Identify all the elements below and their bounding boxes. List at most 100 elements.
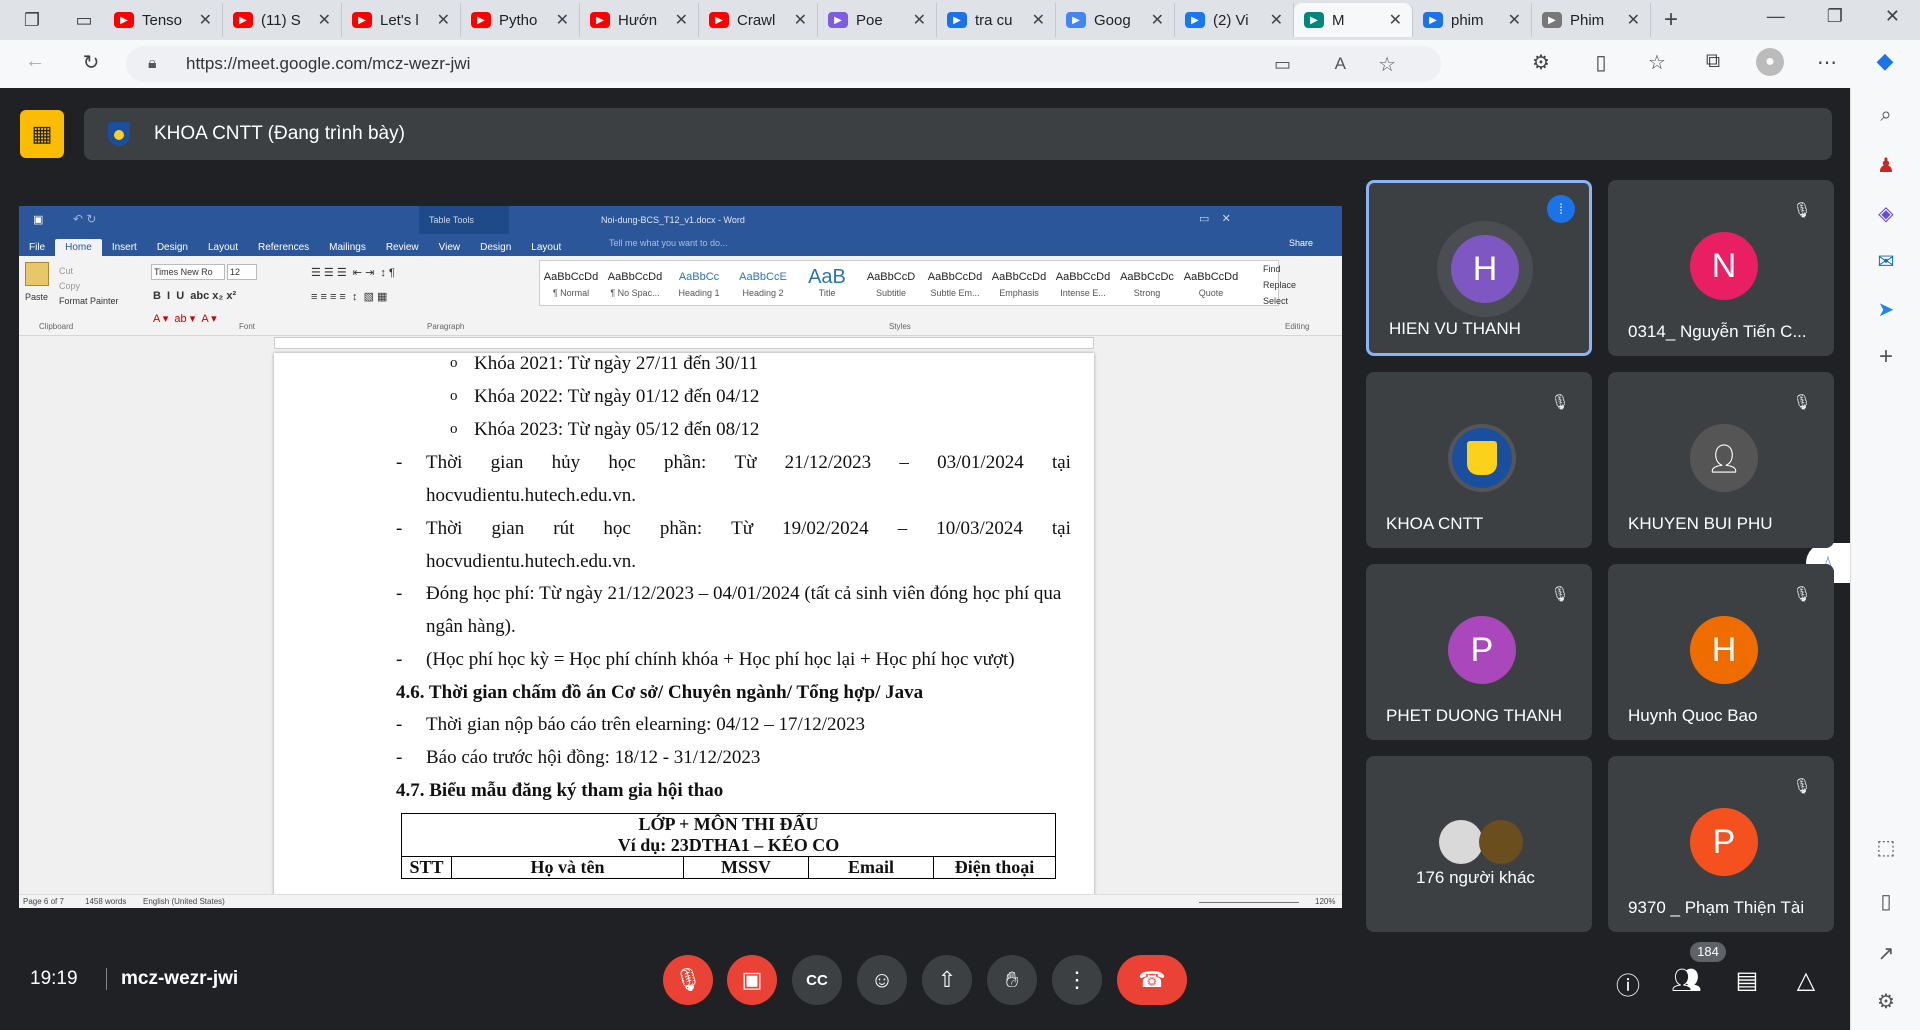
doc-word: tại <box>1051 452 1071 473</box>
captions-button[interactable]: CC <box>792 955 842 1005</box>
group-clipboard: Clipboard <box>39 322 74 331</box>
list-icons: ☰ ☰ ☰ ⇤ ⇥ ↕ ¶ <box>311 267 395 279</box>
screenshot-icon[interactable]: ⬚ <box>1873 834 1899 860</box>
participant-tile[interactable]: H ⦙ HIEN VU THANH <box>1366 180 1592 356</box>
presentation-icon[interactable]: ▦ <box>20 110 64 158</box>
address-field[interactable]: 🔒︎ https://meet.google.com/mcz-wezr-jwi … <box>126 46 1441 82</box>
hand-icon: ✋︎ <box>1005 967 1019 992</box>
speaking-indicator-icon: ⦙ <box>1547 195 1575 223</box>
extensions-icon[interactable]: ⚙ <box>1528 50 1554 75</box>
close-tab-icon[interactable]: ✕ <box>1270 10 1283 30</box>
collections-icon[interactable]: ⧉ <box>1700 50 1726 73</box>
participant-tile[interactable]: P 🎙︎ 9370 _ Phạm Thiện Tài <box>1608 756 1834 932</box>
more-menu-icon[interactable]: ⋯ <box>1814 50 1840 75</box>
open-external-icon[interactable]: ↗ <box>1873 940 1899 966</box>
chat-icon[interactable]: ▤ <box>1732 966 1762 995</box>
participant-tile[interactable]: N 🎙︎ 0314_ Nguyễn Tiến C... <box>1608 180 1834 356</box>
drop-icon[interactable]: ➤ <box>1873 296 1899 322</box>
workspaces-icon[interactable]: ❐ <box>0 3 64 37</box>
more-options-button[interactable]: ⋮ <box>1052 955 1102 1005</box>
browser-tab[interactable]: ▶ phim ✕ <box>1413 3 1532 37</box>
search-icon[interactable]: ⌕ <box>1873 102 1899 128</box>
minimize-button[interactable]: — <box>1767 6 1785 27</box>
close-tab-icon[interactable]: ✕ <box>1389 10 1402 30</box>
phone-hangup-icon: ☎ <box>1138 967 1166 992</box>
settings-icon[interactable]: ⚙ <box>1873 988 1899 1014</box>
participant-tile[interactable]: 176 người khác <box>1366 756 1592 932</box>
browser-tab[interactable]: ▶ (2) Vi ✕ <box>1175 3 1294 37</box>
read-aloud-icon[interactable]: A <box>1335 54 1346 74</box>
mic-off-button[interactable]: 🎙︎ <box>663 955 713 1005</box>
close-tab-icon[interactable]: ✕ <box>1032 10 1045 30</box>
close-window-button[interactable]: ✕ <box>1885 6 1900 27</box>
column-dien-thoai: Điện thoại <box>933 856 1056 879</box>
participant-tile[interactable]: 🎙︎ KHOA CNTT <box>1366 372 1592 548</box>
browser-tab[interactable]: ▶ Pytho ✕ <box>461 3 580 37</box>
leave-call-button[interactable]: ☎ <box>1117 955 1187 1005</box>
back-icon[interactable]: ← <box>22 50 48 73</box>
table-title: LỚP + MÔN THI ĐẤU <box>638 814 819 834</box>
browser-tab[interactable]: ▶ Phim ✕ <box>1532 3 1651 37</box>
participant-tile[interactable]: 👤︎ 🎙︎ KHUYEN BUI PHU <box>1608 372 1834 548</box>
shopping-icon[interactable]: ♟ <box>1873 152 1899 178</box>
close-tab-icon[interactable]: ✕ <box>318 10 331 30</box>
browser-tab-label: Poe <box>856 11 883 29</box>
tab-actions-icon[interactable]: ▭ <box>64 3 104 37</box>
browser-tab[interactable]: ▶ (11) S ✕ <box>223 3 342 37</box>
browser-tab[interactable]: ▶ Tenso ✕ <box>104 3 223 37</box>
url-text: https://meet.google.com/mcz-wezr-jwi <box>186 54 471 73</box>
tools-icon[interactable]: ◈ <box>1873 200 1899 226</box>
close-tab-icon[interactable]: ✕ <box>675 10 688 30</box>
close-tab-icon[interactable]: ✕ <box>437 10 450 30</box>
close-tab-icon[interactable]: ✕ <box>1151 10 1164 30</box>
browser-tab[interactable]: ▶ Let's l ✕ <box>342 3 461 37</box>
meeting-info-icon[interactable]: ⓘ <box>1613 966 1643 1001</box>
browser-tab[interactable]: ▶ Hướn ✕ <box>580 3 699 37</box>
new-tab-button[interactable]: + <box>1651 6 1691 34</box>
word-tab: References <box>258 242 310 253</box>
close-tab-icon[interactable]: ✕ <box>913 10 926 30</box>
close-tab-icon[interactable]: ✕ <box>794 10 807 30</box>
font-name-box: Times New Ro <box>151 264 225 280</box>
maximize-button[interactable]: ❐ <box>1827 6 1843 27</box>
outlook-icon[interactable]: ✉ <box>1873 248 1899 274</box>
close-tab-icon[interactable]: ✕ <box>1627 10 1640 30</box>
font-format-icons: B I U abc x₂ x² <box>153 290 237 302</box>
favorite-star-icon[interactable]: ☆ <box>1378 52 1396 77</box>
address-toolbar: ← ↻ 🔒︎ https://meet.google.com/mcz-wezr-… <box>0 40 1920 88</box>
add-sidebar-app-icon[interactable]: + <box>1873 343 1899 370</box>
browser-tab-label: Crawl <box>737 11 776 29</box>
participant-tile[interactable]: P 🎙︎ PHET DUONG THANH <box>1366 564 1592 740</box>
browser-tab[interactable]: ▶ Poe ✕ <box>818 3 937 37</box>
word-tab: Design <box>480 242 512 253</box>
present-screen-button[interactable]: ⇧ <box>922 955 972 1005</box>
close-tab-icon[interactable]: ✕ <box>1508 10 1521 30</box>
refresh-icon[interactable]: ↻ <box>78 50 104 75</box>
presenting-banner: KHOA CNTT (Đang trình bày) <box>84 108 1832 160</box>
camera-off-button[interactable]: ▣ <box>727 955 777 1005</box>
style-preview: AaBbCc <box>678 271 720 283</box>
sidebar-toggle-icon[interactable]: ▯ <box>1873 888 1899 914</box>
browser-tab[interactable]: ▶ Crawl ✕ <box>699 3 818 37</box>
browser-tab[interactable]: ▶ tra cu ✕ <box>937 3 1056 37</box>
browser-tab[interactable]: ▶ M ✕ <box>1294 3 1413 37</box>
doc-word: 03/01/2024 <box>937 452 1024 473</box>
raise-hand-button[interactable]: ✋︎ <box>987 955 1037 1005</box>
profile-avatar[interactable]: ● <box>1756 48 1784 76</box>
doc-line-bao-cao-hoi-dong: Báo cáo trước hội đồng: 18/12 - 31/12/20… <box>426 747 761 768</box>
style-name: Quote <box>1198 288 1224 298</box>
people-icon[interactable]: 👥︎ <box>1671 966 1701 995</box>
split-screen-icon[interactable]: ▯ <box>1588 50 1614 75</box>
close-tab-icon[interactable]: ✕ <box>199 10 212 30</box>
activities-icon[interactable]: △ <box>1791 966 1821 995</box>
camera-icon[interactable]: ▭ <box>1274 54 1291 75</box>
registration-table: LỚP + MÔN THI ĐẤU Ví dụ: 23DTHA1 – KÉO C… <box>401 813 1056 879</box>
favorites-icon[interactable]: ☆ <box>1644 50 1670 75</box>
emoji-button[interactable]: ☺ <box>857 955 907 1005</box>
participant-tile[interactable]: H 🎙︎ Huynh Quoc Bao <box>1608 564 1834 740</box>
copilot-icon[interactable]: ◆ <box>1872 48 1898 74</box>
close-tab-icon[interactable]: ✕ <box>556 10 569 30</box>
avatar: N <box>1690 232 1758 300</box>
browser-tab[interactable]: ▶ Goog ✕ <box>1056 3 1175 37</box>
browser-tab-strip: ❐ ▭ ▶ Tenso ✕ ▶ (11) S ✕ ▶ Let's l ✕ ▶ Pytho ✕ ▶ Hướn… <box>0 0 1920 40</box>
